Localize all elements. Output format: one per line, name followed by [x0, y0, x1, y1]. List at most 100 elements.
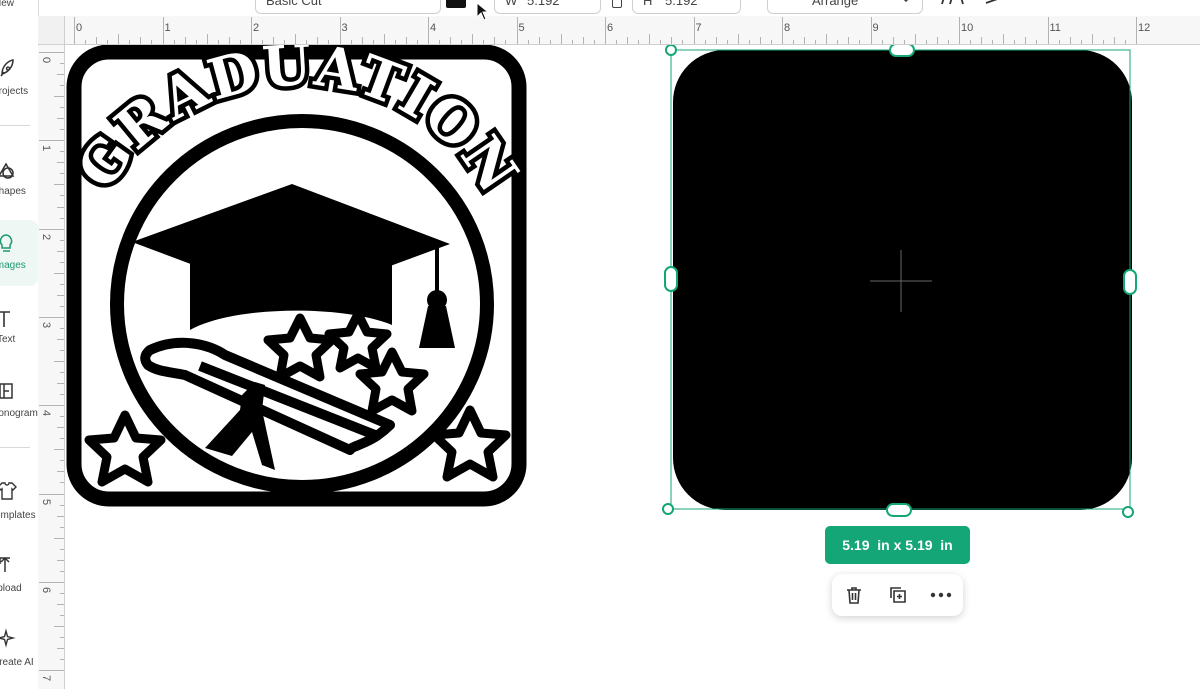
more-button[interactable] — [921, 574, 961, 616]
width-field[interactable]: W 5.192 — [494, 0, 601, 14]
sidebar-item-shapes[interactable]: Shapes — [0, 150, 38, 202]
ruler-tick — [1047, 17, 1049, 44]
ruler-number: 7 — [695, 22, 702, 34]
height-field[interactable]: H 5.192 — [632, 0, 741, 14]
ruler-number: 5 — [40, 498, 53, 505]
ruler-tick — [57, 250, 64, 252]
ruler-tick — [1025, 37, 1027, 44]
operation-select[interactable]: Basic Cut — [255, 0, 441, 14]
ruler-tick — [704, 40, 706, 44]
ruler-tick — [118, 34, 120, 44]
ruler-tick — [1058, 40, 1060, 44]
ruler-tick — [284, 40, 286, 44]
ruler-tick — [39, 405, 64, 407]
ruler-tick — [60, 659, 64, 661]
height-value[interactable]: 5.192 — [665, 0, 698, 8]
ruler-tick — [627, 37, 629, 44]
ruler-tick — [428, 17, 429, 44]
ruler-tick — [770, 40, 772, 44]
sidebar-item-images[interactable]: Images — [0, 220, 38, 286]
ruler-number: 0 — [76, 22, 83, 34]
ruler-tick — [527, 40, 529, 44]
ruler-tick — [107, 40, 109, 44]
ruler-tick — [450, 37, 452, 44]
arrange-dropdown[interactable]: Arrange — [767, 0, 923, 14]
ruler-number: 8 — [784, 22, 791, 34]
sidebar-item-projects[interactable]: Projects — [0, 50, 38, 102]
sidebar-item-new[interactable]: New — [0, 0, 38, 40]
sidebar-item-label: Monogram — [0, 408, 38, 419]
ruler-tick — [60, 526, 64, 528]
ruler-tick — [60, 217, 64, 219]
monogram-icon — [0, 383, 13, 399]
ruler-tick — [892, 37, 894, 44]
ruler-number: 4 — [430, 22, 437, 34]
ruler-number: 6 — [607, 22, 614, 34]
ruler-corner — [38, 16, 65, 45]
sidebar-item-create-ai[interactable]: Create AI — [0, 622, 38, 674]
selection-action-bar — [832, 574, 963, 616]
ruler-tick — [57, 74, 64, 76]
ruler-number: 3 — [40, 321, 53, 328]
ruler-tick — [54, 272, 64, 274]
ruler-tick — [54, 184, 64, 186]
ruler-number: 10 — [961, 22, 974, 34]
width-value[interactable]: 5.192 — [527, 0, 560, 8]
ruler-number: 3 — [341, 22, 348, 34]
horizontal-ruler: 0 1 2 3 4 5 6 7 8 9 10 11 12 — [38, 16, 1200, 45]
sidebar-item-templates[interactable]: Templates — [0, 474, 38, 526]
ruler-tick — [472, 34, 474, 44]
ruler-tick — [60, 239, 64, 241]
ruler-tick — [837, 40, 839, 44]
tassel — [419, 306, 455, 348]
flip-icon[interactable] — [940, 0, 970, 10]
color-swatch[interactable] — [446, 0, 466, 8]
design-canvas[interactable]: GRADUATION — [65, 45, 1200, 689]
ruler-tick — [60, 129, 64, 131]
ruler-tick — [251, 17, 252, 44]
rotate-icon[interactable] — [984, 0, 1010, 10]
undo-icon[interactable] — [74, 0, 98, 6]
ruler-tick — [1069, 37, 1071, 44]
ruler-tick — [782, 17, 783, 44]
ruler-tick — [60, 548, 64, 550]
sidebar-item-monogram[interactable]: Monogram — [0, 372, 38, 424]
ruler-tick — [74, 17, 75, 44]
ruler-number: 0 — [40, 56, 53, 64]
ruler-tick — [671, 37, 673, 44]
more-icon — [930, 592, 952, 598]
ruler-number: 7 — [40, 675, 53, 682]
ruler-tick — [60, 305, 64, 307]
ruler-tick — [394, 40, 396, 44]
ruler-number: 9 — [872, 22, 879, 34]
duplicate-button[interactable] — [878, 574, 918, 616]
sidebar-divider — [0, 447, 30, 448]
ruler-tick — [804, 37, 806, 44]
sidebar-item-label: Upload — [0, 583, 22, 594]
upload-icon — [0, 556, 10, 572]
align-icons[interactable] — [170, 0, 218, 6]
ruler-tick — [881, 40, 883, 44]
ruler-tick — [273, 37, 275, 44]
graduation-design[interactable]: GRADUATION — [65, 45, 534, 507]
ruler-number: 11 — [1049, 22, 1061, 34]
ruler-tick — [959, 17, 960, 44]
ruler-tick — [39, 52, 64, 53]
sidebar-item-label: New — [0, 0, 15, 9]
ruler-tick — [306, 40, 308, 44]
rocket-icon — [0, 59, 14, 77]
ruler-tick — [649, 34, 651, 44]
ruler-tick — [660, 40, 662, 44]
lock-icon[interactable] — [612, 0, 622, 8]
selected-square-group[interactable] — [662, 45, 1137, 518]
ruler-tick — [60, 85, 64, 87]
ruler-tick — [151, 40, 153, 44]
ruler-tick — [57, 118, 64, 120]
sidebar-item-text[interactable]: Text — [0, 300, 38, 352]
ruler-number: 5 — [518, 22, 525, 34]
delete-button[interactable] — [834, 574, 874, 616]
sidebar-item-upload[interactable]: Upload — [0, 548, 38, 600]
ruler-tick — [571, 40, 573, 44]
ruler-tick — [39, 228, 64, 230]
ruler-tick — [60, 107, 64, 109]
